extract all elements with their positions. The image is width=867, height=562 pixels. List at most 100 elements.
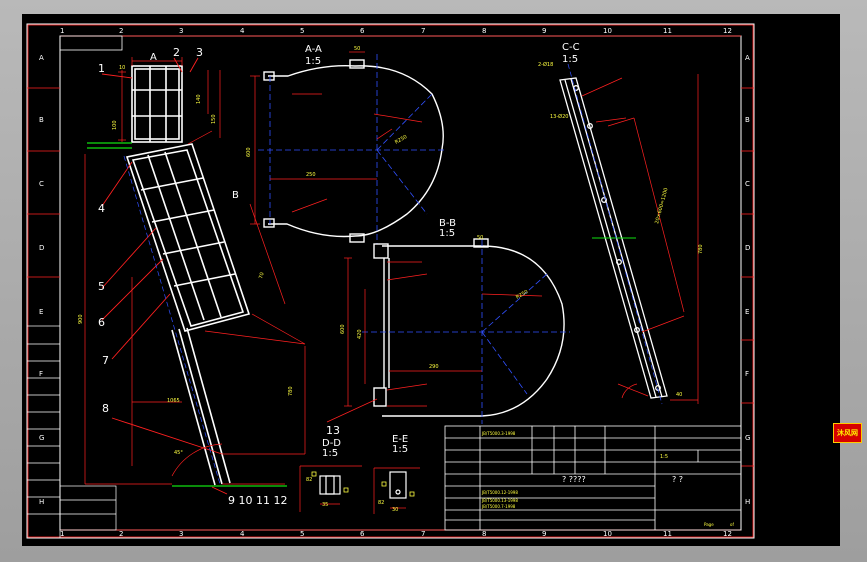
ladder-leaders xyxy=(101,57,228,495)
view-bb-outline xyxy=(373,238,565,417)
zone-col-8: 8 xyxy=(482,27,486,35)
dim-70: 70 xyxy=(258,272,265,280)
balloon-7: 7 xyxy=(102,354,109,367)
tb-std4: JB/T5000.7-1998 xyxy=(481,504,516,509)
zone-col-4-bottom: 4 xyxy=(240,530,245,538)
frame-red xyxy=(27,24,754,538)
balloon-1: 1 xyxy=(98,62,105,75)
zone-row-D-right: D xyxy=(745,244,750,252)
tb-code: ? ? xyxy=(672,475,683,484)
zone-col-5-bottom: 5 xyxy=(300,530,304,538)
zone-col-5: 5 xyxy=(300,27,304,35)
zone-row-C: C xyxy=(39,180,44,188)
dim-600-bb: 600 xyxy=(340,324,346,334)
view-aa-scale: 1:5 xyxy=(305,56,321,67)
zone-col-2-bottom: 2 xyxy=(119,530,123,538)
view-aa-outline xyxy=(263,59,444,243)
zone-col-7-bottom: 7 xyxy=(421,530,425,538)
drawing-canvas[interactable]: 1 2 3 4 5 6 7 8 9 10 11 12 1 2 3 4 5 6 7 8 9 10 11 12 ABCDEFGH… xyxy=(22,14,862,546)
section-dims xyxy=(299,465,420,514)
dim-40: 40 xyxy=(676,392,682,398)
zone-rows-right: A B C D E F G H xyxy=(745,54,750,506)
dim-45: 45° xyxy=(174,450,183,456)
zone-col-7: 7 xyxy=(421,27,425,35)
dim-1065: 1065 xyxy=(167,398,180,404)
zone-row-D: D xyxy=(39,244,44,252)
zone-row-C-right: C xyxy=(745,180,750,188)
view-cc-scale: 1:5 xyxy=(562,54,578,65)
zone-row-B: B xyxy=(39,116,44,124)
tb-std1: JB/T5000.3-1998 xyxy=(481,431,516,436)
zone-col-8-bottom: 8 xyxy=(482,530,486,538)
zone-col-1-bottom: 1 xyxy=(60,530,64,538)
view-label-a: A xyxy=(150,52,157,63)
dim-250: 250 xyxy=(306,172,316,178)
balloon-3: 3 xyxy=(196,46,203,59)
sheet-frame xyxy=(26,23,755,539)
zone-row-G: G xyxy=(39,434,44,442)
tb-name: ? ???? xyxy=(562,475,586,484)
balloon-5: 5 xyxy=(98,280,105,293)
zone-row-F-right: F xyxy=(745,370,749,378)
dim-420: 420 xyxy=(357,329,363,339)
view-bb-scale: 1:5 xyxy=(439,228,455,239)
dim-82: 82 xyxy=(306,477,312,483)
view-ee-scale: 1:5 xyxy=(392,444,408,455)
dim-82-ee: 82 xyxy=(378,500,384,506)
dim-50-aa: 50 xyxy=(354,46,360,52)
zone-row-H: H xyxy=(39,498,44,506)
revision-box xyxy=(59,35,123,51)
zone-col-6-bottom: 6 xyxy=(360,530,365,538)
zone-col-1: 1 xyxy=(60,27,64,35)
tb-of: of xyxy=(730,522,734,527)
dim-100: 100 xyxy=(112,120,118,130)
zone-row-H-right: H xyxy=(745,498,750,506)
view-dd-scale: 1:5 xyxy=(322,448,338,459)
dim-r250-bb: R250 xyxy=(515,289,529,301)
zone-rows-left: A B C D E F G H xyxy=(39,54,44,506)
zone-col-9-bottom: 9 xyxy=(542,530,546,538)
tb-std2: JB/T5000.12-1998 xyxy=(481,490,518,495)
view-aa-center xyxy=(258,54,444,244)
dim-2x18: 2-Ø18 xyxy=(538,61,553,68)
balloon-9-12: 9 10 11 12 xyxy=(228,494,287,507)
zone-col-9: 9 xyxy=(542,27,546,35)
zone-row-A-right: A xyxy=(745,54,750,62)
zone-col-3-bottom: 3 xyxy=(179,530,183,538)
view-bb-dims xyxy=(326,257,543,423)
tb-page: Page xyxy=(704,522,714,527)
zone-row-G-right: G xyxy=(745,434,750,442)
dim-780: 780 xyxy=(288,386,294,396)
section-ee xyxy=(389,471,407,499)
view-cc-dims xyxy=(581,74,699,404)
balloon-2: 2 xyxy=(173,46,180,59)
title-block-grid xyxy=(444,425,742,531)
view-aa-title: A-A xyxy=(305,44,322,55)
zone-col-10: 10 xyxy=(603,27,612,35)
zone-col-2: 2 xyxy=(119,27,123,35)
tb-std3: JB/T5000.13-1998 xyxy=(481,498,518,503)
view-aa-dims xyxy=(250,51,423,225)
zone-row-E: E xyxy=(39,308,43,316)
zone-row-A: A xyxy=(39,54,44,62)
dim-r250-aa: R250 xyxy=(394,134,408,146)
dim-290: 290 xyxy=(429,364,439,370)
zone-col-11: 11 xyxy=(663,27,672,35)
cad-viewport[interactable]: 1 2 3 4 5 6 7 8 9 10 11 12 1 2 3 4 5 6 7 8 9 10 11 12 ABCDEFGH… xyxy=(0,0,867,562)
zone-col-10-bottom: 10 xyxy=(603,530,612,538)
view-label-b: B xyxy=(232,190,239,201)
dim-13x20: 13-Ø20 xyxy=(550,113,568,120)
balloon-6: 6 xyxy=(98,316,105,329)
dim-30: 30 xyxy=(392,507,398,513)
zone-columns-top: 1 2 3 4 5 6 7 8 9 10 11 12 xyxy=(60,27,732,35)
zone-col-12-bottom: 12 xyxy=(723,530,732,538)
drawing-sheet: 1 2 3 4 5 6 7 8 9 10 11 12 1 2 3 4 5 6 7 8 9 10 11 12 ABCDEFGH… xyxy=(26,23,755,539)
zone-row-F: F xyxy=(39,370,43,378)
section-dd xyxy=(319,475,341,495)
dim-10: 10 xyxy=(119,65,125,71)
ladder-rails xyxy=(125,143,251,486)
dim-900: 900 xyxy=(78,314,84,324)
watermark-logo: 沐风网 xyxy=(833,423,862,443)
zone-col-6: 6 xyxy=(360,27,365,35)
dim-140: 140 xyxy=(196,94,202,104)
